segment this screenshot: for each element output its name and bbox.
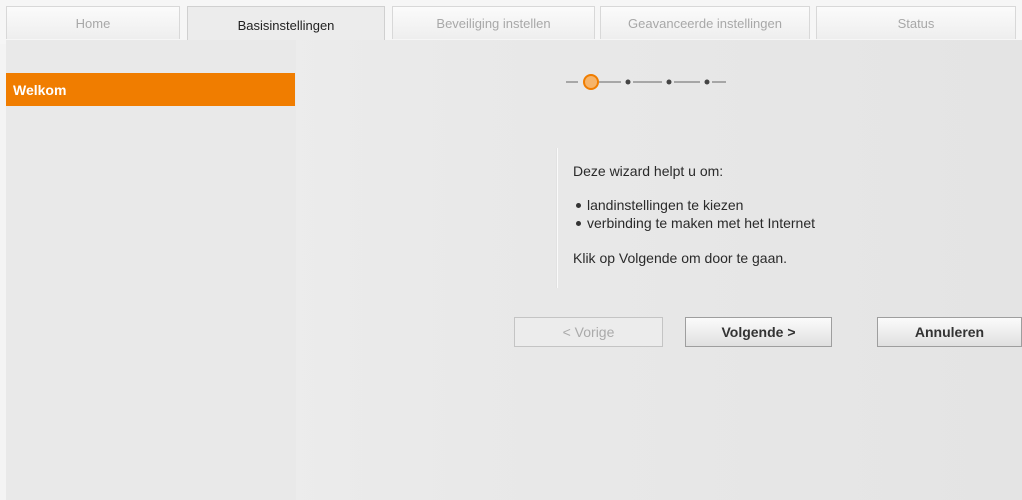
sidebar-item-label: Welkom: [13, 81, 67, 98]
wizard-continue-text: Klik op Volgende om door te gaan.: [573, 250, 788, 266]
cancel-button[interactable]: Annuleren: [877, 317, 1022, 347]
sidebar-item-welkom[interactable]: Welkom: [6, 73, 295, 106]
list-item: verbinding te maken met het Internet: [573, 214, 933, 232]
wizard-intro-text: Deze wizard helpt u om:: [573, 163, 724, 179]
content-divider: [556, 148, 558, 288]
tab-label: Basisinstellingen: [237, 18, 335, 33]
tab-label: Geavanceerde instellingen: [628, 15, 782, 31]
tab-basisinstellingen[interactable]: Basisinstellingen: [187, 6, 385, 44]
previous-button[interactable]: < Vorige: [514, 317, 663, 347]
sidebar: [6, 40, 296, 500]
tab-home[interactable]: Home: [6, 6, 180, 39]
tab-label: Beveiliging instellen: [436, 15, 551, 31]
wizard-description: Deze wizard helpt u om: landinstellingen…: [573, 161, 933, 268]
tab-beveiliging-instellen[interactable]: Beveiliging instellen: [392, 6, 595, 39]
list-item: landinstellingen te kiezen: [573, 196, 933, 214]
step-dot: [704, 79, 710, 85]
next-button[interactable]: Volgende >: [685, 317, 832, 347]
tab-geavanceerde-instellingen[interactable]: Geavanceerde instellingen: [600, 6, 810, 39]
tab-status[interactable]: Status: [816, 6, 1016, 39]
step-dot: [625, 79, 631, 85]
wizard-bullet-list: landinstellingen te kiezen verbinding te…: [573, 196, 933, 232]
tab-label: Home: [75, 15, 111, 31]
wizard-step-indicator: [566, 74, 726, 90]
step-current-dot: [583, 74, 599, 90]
tab-label: Status: [897, 15, 935, 31]
main-tab-bar: Home Basisinstellingen Beveiliging inste…: [0, 0, 1022, 44]
step-dot: [666, 79, 672, 85]
